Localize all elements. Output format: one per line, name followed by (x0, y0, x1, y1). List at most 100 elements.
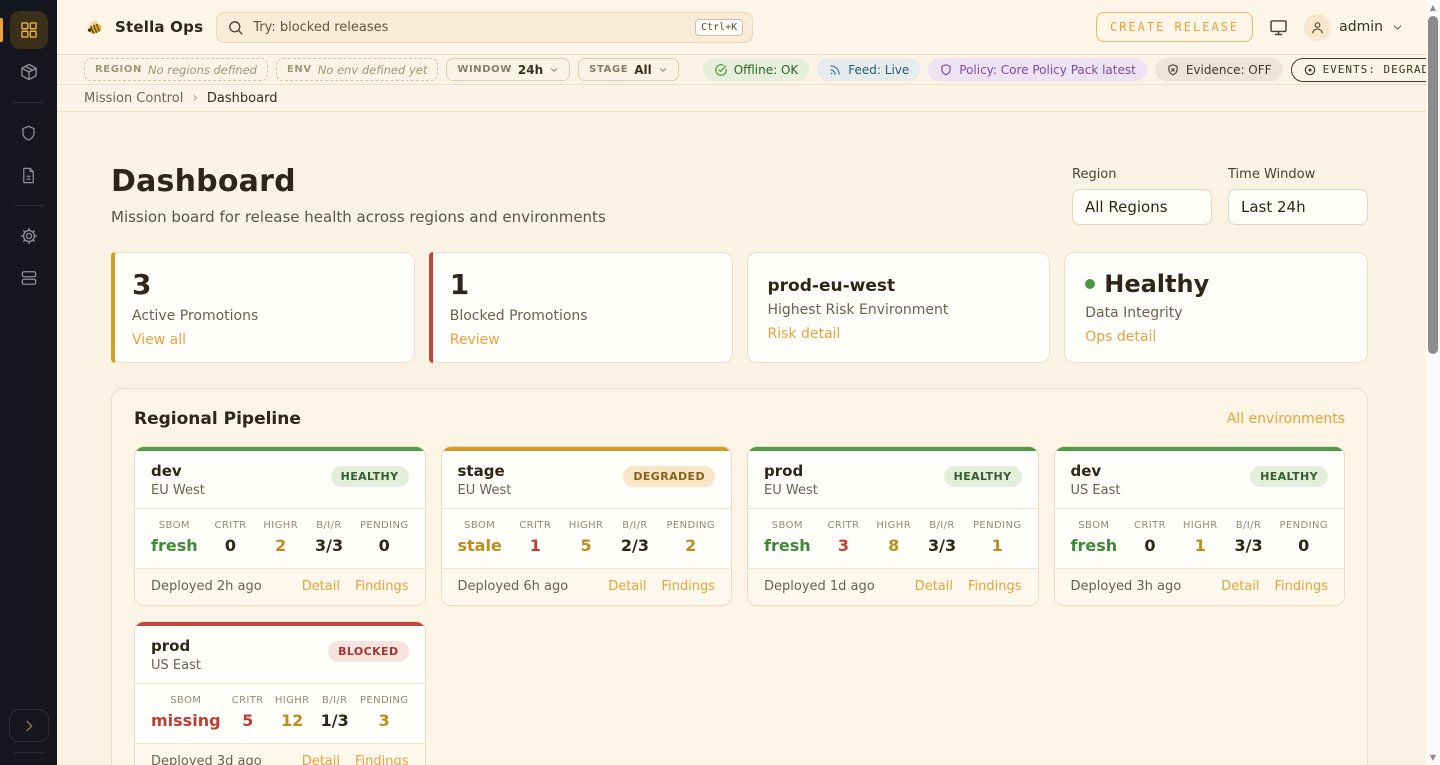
env-context-pill[interactable]: ENV No env defined yet (276, 58, 438, 81)
display-mode-button[interactable] (1266, 15, 1291, 40)
create-release-button[interactable]: CREATE RELEASE (1096, 12, 1253, 42)
scrollbar[interactable]: ▲ ▼ (1426, 0, 1440, 765)
monitor-icon (1268, 17, 1289, 38)
findings-link[interactable]: Findings (968, 579, 1022, 594)
chevron-down-icon (1391, 21, 1404, 34)
detail-link[interactable]: Detail (915, 579, 953, 594)
feed-status-chip: Feed: Live (817, 58, 920, 81)
highest-risk-value: prod-eu-west (768, 268, 1030, 296)
time-window-filter-select[interactable]: Last 24h (1228, 189, 1368, 225)
ops-detail-link[interactable]: Ops detail (1085, 329, 1156, 345)
breadcrumb-current: Dashboard (207, 91, 278, 106)
stat-label: SBOM (151, 520, 198, 531)
rss-icon (828, 63, 842, 77)
stat-label: CRITR (1134, 520, 1166, 531)
sidebar-item-security[interactable] (10, 114, 48, 152)
shield-icon (939, 63, 953, 77)
stat-label: B/I/R (1234, 520, 1262, 531)
stat-label: CRITR (519, 520, 551, 531)
findings-link[interactable]: Findings (355, 754, 409, 765)
env-context-label: ENV (287, 64, 312, 75)
findings-link[interactable]: Findings (355, 579, 409, 594)
pending-value: 0 (1279, 536, 1328, 555)
region-name: EU West (151, 483, 205, 498)
chevron-down-icon (549, 65, 559, 75)
stat-label: SBOM (458, 520, 502, 531)
data-integrity-label: Data Integrity (1085, 305, 1347, 321)
data-integrity-value: Healthy (1085, 268, 1347, 299)
context-bar: REGION No regions defined ENV No env def… (57, 55, 1426, 85)
stat-label: PENDING (360, 695, 409, 706)
bir-value: 3/3 (928, 536, 956, 555)
detail-link[interactable]: Detail (1221, 579, 1259, 594)
blocked-promotions-label: Blocked Promotions (450, 308, 712, 324)
view-all-link[interactable]: View all (132, 332, 186, 348)
check-circle-icon (714, 63, 728, 77)
dot-circle-icon (1303, 63, 1317, 77)
sbom-value: fresh (764, 536, 811, 555)
region-filter-select[interactable]: All Regions (1072, 189, 1212, 225)
sidebar-item-releases[interactable] (10, 53, 48, 91)
pipeline-card-stage-eu-west: stage EU West DEGRADED SBOMstale CRITR1 … (441, 446, 733, 606)
scroll-up-arrow[interactable]: ▲ (1426, 3, 1440, 12)
scrollbar-thumb[interactable] (1428, 16, 1438, 354)
healthy-dot-icon (1085, 279, 1095, 289)
pipeline-card-dev-us-east: dev US East HEALTHY SBOMfresh CRITR0 HIG… (1054, 446, 1346, 606)
summary-cards: 3 Active Promotions View all 1 Blocked P… (111, 252, 1368, 363)
critr-value: 3 (828, 536, 860, 555)
stat-label: SBOM (1071, 520, 1118, 531)
bir-value: 3/3 (315, 536, 343, 555)
sidebar-item-dashboard[interactable] (10, 11, 48, 49)
bee-logo-icon (84, 16, 106, 38)
global-search[interactable]: Ctrl+K (216, 12, 753, 43)
findings-link[interactable]: Findings (1274, 579, 1328, 594)
evidence-status-chip: Evidence: OFF (1155, 58, 1283, 81)
feed-status-text: Feed: Live (848, 63, 909, 77)
highr-value: 1 (1183, 536, 1218, 555)
pending-value: 1 (973, 536, 1022, 555)
events-status-badge: EVENTS: DEGRADED (1291, 58, 1440, 82)
search-input[interactable] (253, 20, 686, 35)
scroll-down-arrow[interactable]: ▼ (1426, 753, 1440, 762)
shortcut-kbd: Ctrl+K (695, 19, 743, 36)
region-context-label: REGION (95, 64, 142, 75)
risk-detail-link[interactable]: Risk detail (768, 326, 841, 342)
breadcrumb-parent[interactable]: Mission Control (84, 91, 183, 106)
region-context-value: No regions defined (148, 63, 257, 77)
sidebar-item-documents[interactable] (10, 156, 48, 194)
stage-dropdown[interactable]: STAGE All (578, 58, 679, 81)
region-context-pill[interactable]: REGION No regions defined (84, 58, 268, 81)
review-link[interactable]: Review (450, 332, 500, 348)
region-name: EU West (764, 483, 818, 498)
shield-x-icon (1166, 63, 1180, 77)
stat-label: CRITR (232, 695, 264, 706)
highest-risk-card: prod-eu-west Highest Risk Environment Ri… (747, 252, 1051, 363)
deployed-timestamp: Deployed 6h ago (458, 579, 569, 594)
sidebar-item-settings[interactable] (10, 217, 48, 255)
offline-status-text: Offline: OK (734, 63, 799, 77)
user-menu[interactable]: admin (1304, 14, 1404, 41)
stat-label: PENDING (1279, 520, 1328, 531)
pipeline-card-prod-us-east: prod US East BLOCKED SBOMmissing CRITR5 … (134, 621, 426, 765)
breadcrumb: Mission Control › Dashboard (57, 85, 1426, 112)
window-value: 24h (518, 63, 543, 77)
all-environments-link[interactable]: All environments (1227, 411, 1345, 427)
stage-label: STAGE (589, 64, 628, 75)
deployed-timestamp: Deployed 3h ago (1071, 579, 1182, 594)
pipeline-card-prod-eu-west: prod EU West HEALTHY SBOMfresh CRITR3 HI… (747, 446, 1039, 606)
env-context-value: No env defined yet (318, 63, 428, 77)
deployed-timestamp: Deployed 1d ago (764, 579, 875, 594)
sidebar-item-infrastructure[interactable] (10, 259, 48, 297)
detail-link[interactable]: Detail (302, 754, 340, 765)
detail-link[interactable]: Detail (302, 579, 340, 594)
data-integrity-card: Healthy Data Integrity Ops detail (1064, 252, 1368, 363)
critr-value: 1 (519, 536, 551, 555)
pipeline-grid: dev EU West HEALTHY SBOMfresh CRITR0 HIG… (134, 446, 1345, 765)
findings-link[interactable]: Findings (661, 579, 715, 594)
detail-link[interactable]: Detail (608, 579, 646, 594)
window-dropdown[interactable]: WINDOW 24h (446, 58, 570, 81)
status-badge: DEGRADED (623, 466, 715, 487)
sidebar-expand-button[interactable] (9, 709, 49, 742)
gear-icon (19, 226, 39, 246)
env-name: dev (1071, 462, 1121, 480)
